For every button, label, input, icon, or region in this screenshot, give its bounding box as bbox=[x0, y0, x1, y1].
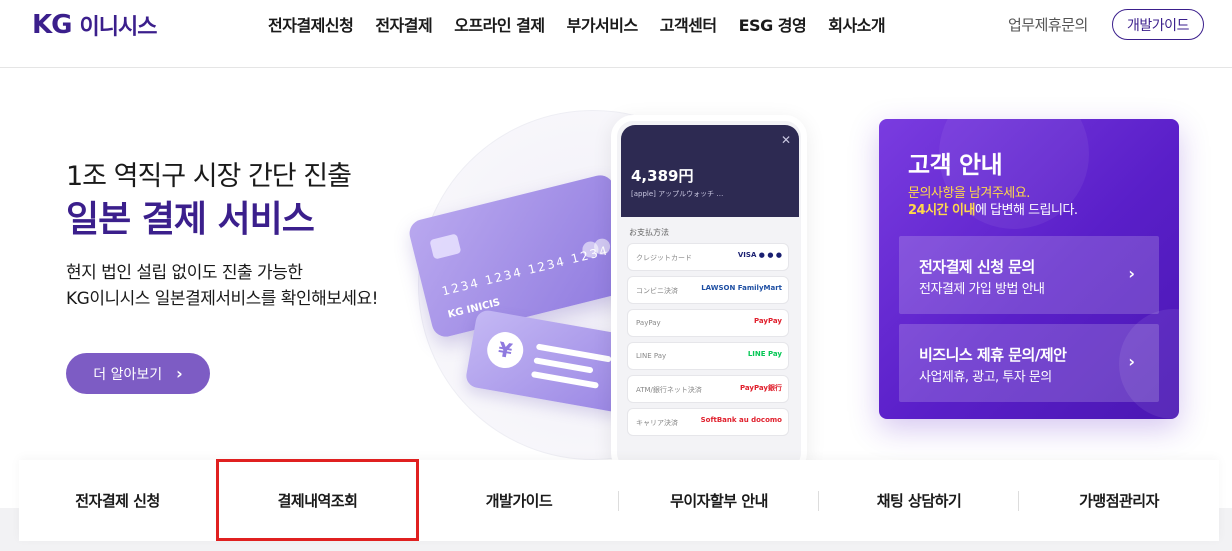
chevron-right-icon: › bbox=[1128, 264, 1135, 283]
quick-menu-chat-consult[interactable]: 채팅 상담하기 bbox=[819, 460, 1019, 541]
chevron-right-icon: › bbox=[176, 364, 183, 383]
response-time-bold: 24시간 이내 bbox=[908, 203, 975, 218]
nav-item-customer-center[interactable]: 고객센터 bbox=[660, 12, 717, 36]
quick-menu-bar: 전자결제 신청 결제내역조회 개발가이드 무이자할부 안내 채팅 상담하기 가맹… bbox=[19, 460, 1219, 541]
chevron-right-icon: › bbox=[1128, 352, 1135, 371]
card-chip-icon bbox=[429, 233, 462, 260]
quick-menu-dev-guide[interactable]: 개발가이드 bbox=[419, 460, 619, 541]
learn-more-button[interactable]: 더 알아보기 › bbox=[66, 353, 210, 394]
logo-mark: KG bbox=[32, 10, 72, 40]
phone-product: [apple] アップルウォッチ … bbox=[631, 190, 724, 198]
payment-apply-inquiry-button[interactable]: 전자결제 신청 문의 전자결제 가입 방법 안내 › bbox=[899, 236, 1159, 314]
quick-menu-merchant-admin[interactable]: 가맹점관리자 bbox=[1019, 460, 1219, 541]
payment-method-row: LINE Pay LINE Pay bbox=[627, 342, 789, 370]
quick-menu-label: 무이자할부 안내 bbox=[670, 492, 768, 510]
inquiry-title: 비즈니스 제휴 문의/제안 bbox=[919, 346, 1067, 364]
inquiry-title: 전자결제 신청 문의 bbox=[919, 258, 1035, 276]
quick-menu-payment-history[interactable]: 결제내역조회 bbox=[216, 460, 419, 541]
learn-more-label: 더 알아보기 bbox=[93, 366, 163, 383]
paypay-logo: PayPay bbox=[753, 317, 782, 325]
phone-checkout-header: ✕ 4,389円 [apple] アップルウォッチ … bbox=[621, 125, 799, 217]
phone-mockup: ✕ 4,389円 [apple] アップルウォッチ … お支払方法 クレジットカ… bbox=[611, 115, 807, 475]
nav-item-company[interactable]: 회사소개 bbox=[828, 12, 885, 36]
business-partnership-inquiry-button[interactable]: 비즈니스 제휴 문의/제안 사업제휴, 광고, 투자 문의 › bbox=[899, 324, 1159, 402]
hero-headline: 1조 역직구 시장 간단 진출 bbox=[66, 161, 352, 192]
yen-icon: ¥ bbox=[484, 329, 527, 371]
quick-menu-payment-apply[interactable]: 전자결제 신청 bbox=[19, 460, 216, 541]
inquiry-desc: 전자결제 가입 방법 안내 bbox=[919, 282, 1045, 297]
quick-menu-label: 채팅 상담하기 bbox=[876, 492, 962, 510]
card-line bbox=[533, 357, 594, 374]
payment-method-name: ATM/銀行ネット決済 bbox=[636, 386, 702, 394]
dev-guide-button[interactable]: 개발가이드 bbox=[1112, 9, 1204, 40]
nav-item-payment-apply[interactable]: 전자결제신청 bbox=[268, 12, 354, 36]
hero-desc-line1: 현지 법인 설립 없이도 진출 가능한 bbox=[66, 263, 303, 283]
partnership-inquiry-link[interactable]: 업무제휴문의 bbox=[1008, 14, 1088, 35]
customer-guide-panel: 고객 안내 문의사항을 남겨주세요. 24시간 이내에 답변해 드립니다. 전자… bbox=[879, 119, 1179, 419]
inquiry-desc: 사업제휴, 광고, 투자 문의 bbox=[919, 370, 1052, 385]
nav-item-esg[interactable]: ESG 경영 bbox=[739, 12, 807, 36]
customer-guide-title: 고객 안내 bbox=[908, 151, 1003, 179]
payment-method-label: お支払方法 bbox=[629, 228, 669, 237]
payment-method-name: LINE Pay bbox=[636, 352, 667, 360]
payment-method-row: コンビニ決済 LAWSON FamilyMart bbox=[627, 276, 789, 304]
payment-method-name: キャリア決済 bbox=[636, 419, 678, 427]
payment-method-row: クレジットカード VISA ● ● ● bbox=[627, 243, 789, 271]
quick-menu-label: 결제내역조회 bbox=[277, 492, 358, 510]
nav-item-additional-services[interactable]: 부가서비스 bbox=[567, 12, 639, 36]
quick-menu-installment-guide[interactable]: 무이자할부 안내 bbox=[619, 460, 819, 541]
payment-method-row: PayPay PayPay bbox=[627, 309, 789, 337]
convenience-store-logo: LAWSON FamilyMart bbox=[701, 284, 782, 292]
phone-amount: 4,389円 bbox=[631, 167, 694, 185]
close-icon: ✕ bbox=[780, 133, 791, 147]
quick-menu-label: 전자결제 신청 bbox=[75, 492, 160, 510]
hero-desc-line2: KG이니시스 일본결제서비스를 확인해보세요! bbox=[66, 289, 378, 309]
bank-logo: PayPay銀行 bbox=[739, 384, 782, 392]
response-time-rest: 에 답변해 드립니다. bbox=[974, 203, 1078, 218]
payment-method-row: ATM/銀行ネット決済 PayPay銀行 bbox=[627, 375, 789, 403]
payment-method-name: コンビニ決済 bbox=[636, 287, 678, 295]
hero-description: 현지 법인 설립 없이도 진출 가능한 KG이니시스 일본결제서비스를 확인해보… bbox=[66, 260, 406, 312]
card-line bbox=[530, 371, 599, 389]
payment-method-row: キャリア決済 SoftBank au docomo bbox=[627, 408, 789, 436]
nav-item-offline-payment[interactable]: 오프라인 결제 bbox=[454, 12, 545, 36]
main-nav: 전자결제신청 전자결제 오프라인 결제 부가서비스 고객센터 ESG 경영 회사… bbox=[268, 12, 907, 36]
carrier-logo: SoftBank au docomo bbox=[700, 416, 782, 424]
top-header: KG 이니시스 전자결제신청 전자결제 오프라인 결제 부가서비스 고객센터 E… bbox=[0, 0, 1232, 68]
kg-inicis-logo[interactable]: KG 이니시스 bbox=[32, 10, 158, 40]
customer-guide-response-time: 24시간 이내에 답변해 드립니다. bbox=[908, 199, 1078, 218]
card-brands-logo: VISA ● ● ● bbox=[737, 251, 782, 259]
payment-method-name: PayPay bbox=[636, 319, 661, 327]
nav-item-payment[interactable]: 전자결제 bbox=[375, 12, 432, 36]
logo-text: 이니시스 bbox=[79, 15, 158, 40]
hero-title: 일본 결제 서비스 bbox=[66, 199, 315, 240]
line-pay-logo: LINE Pay bbox=[747, 350, 782, 358]
quick-menu-label: 가맹점관리자 bbox=[1079, 492, 1159, 510]
payment-method-name: クレジットカード bbox=[636, 254, 692, 262]
quick-menu-label: 개발가이드 bbox=[485, 492, 553, 510]
